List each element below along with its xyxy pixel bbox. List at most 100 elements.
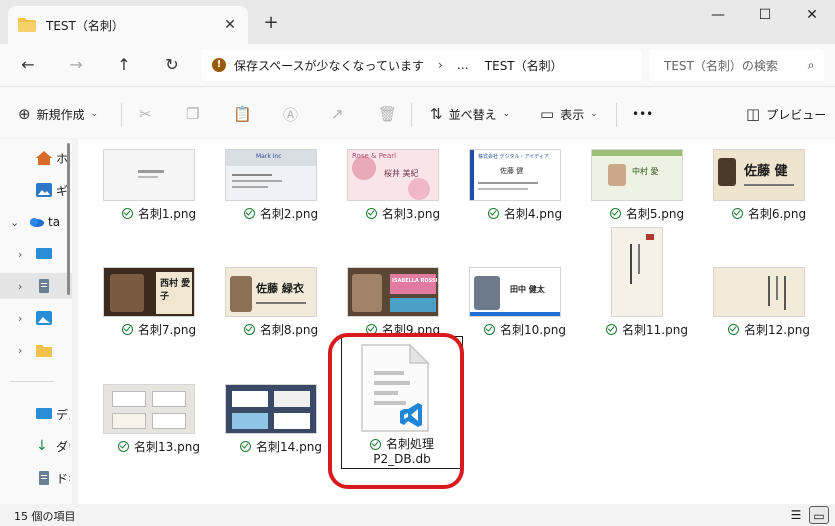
copy-button[interactable]: ❐ <box>186 103 205 125</box>
thumbnail: 佐藤 健 <box>713 149 805 201</box>
maximize-button[interactable]: ☐ <box>742 0 788 32</box>
sidebar-item-label: ドキュメント <box>56 471 70 486</box>
minimize-button[interactable]: — <box>695 0 741 32</box>
chevron-right-icon[interactable]: › <box>18 280 32 293</box>
navigation-bar: ← → ↑ ↻ ! 保存スペースが少なくなっています › … TEST（名刺） … <box>0 44 835 86</box>
file-item[interactable]: 佐藤 健 名刺6.png <box>713 149 825 259</box>
forward-button[interactable]: → <box>62 51 90 79</box>
share-icon: ↗ <box>331 105 344 123</box>
sidebar-item-documents[interactable]: ドキュメント <box>0 465 72 491</box>
sort-button[interactable]: ⇅ 並べ替え ⌄ <box>430 103 510 125</box>
preview-button[interactable]: ◫ プレビュー <box>746 103 826 125</box>
file-name: 名刺7.png <box>137 323 197 337</box>
sidebar-item-documents[interactable]: › <box>0 273 72 299</box>
file-name: 名刺11.png <box>622 323 688 337</box>
sidebar-scrollbar[interactable] <box>67 143 70 295</box>
card-text: ISABELLA ROSSI <box>392 278 438 284</box>
file-item[interactable]: Rose & Pearl 桜井 美紀 名刺3.png <box>347 149 459 259</box>
rename-button[interactable]: Ⓐ <box>283 103 304 125</box>
file-label: 名刺2.png <box>225 205 337 222</box>
file-name: 名刺13.png <box>134 440 200 454</box>
file-label: 名刺7.png <box>103 321 215 338</box>
breadcrumb-more[interactable]: … <box>457 58 469 72</box>
file-item[interactable]: 田中 健太 名刺10.png <box>469 267 581 377</box>
card-text: 中村 愛 <box>632 167 659 176</box>
sidebar-item-pictures[interactable]: › <box>0 305 72 331</box>
file-item[interactable]: 西村 愛子 名刺7.png <box>103 267 215 377</box>
thumbnail: 株式会社 デジタル・アイディア 佐藤 健 <box>469 149 561 201</box>
sort-icon: ⇅ <box>430 105 443 123</box>
file-item[interactable]: 名刺12.png <box>713 267 825 377</box>
synced-check-icon <box>728 324 740 335</box>
synced-check-icon <box>243 324 255 335</box>
new-tab-button[interactable]: + <box>258 10 284 36</box>
documents-icon <box>39 471 49 485</box>
close-window-button[interactable]: ✕ <box>789 0 835 32</box>
sidebar-item-folder[interactable]: › <box>0 337 72 363</box>
file-name: 名刺8.png <box>259 323 319 337</box>
sidebar-item-gallery[interactable]: ギャラリー <box>0 177 72 203</box>
file-item[interactable]: 名刺13.png <box>103 384 215 494</box>
chevron-down-icon: ⌄ <box>590 109 598 119</box>
file-label: 名刺11.png <box>591 321 703 338</box>
view-button[interactable]: ▭ 表示 ⌄ <box>540 103 598 125</box>
gallery-icon <box>36 183 52 197</box>
file-name: 名刺5.png <box>625 207 685 221</box>
file-explorer-window: TEST（名刺） ✕ + — ☐ ✕ ← → ↑ ↻ ! 保存スペースが少なくな… <box>0 0 835 526</box>
card-text: Mark Inc <box>256 153 282 160</box>
status-bar: 15 個の項目 ☰ ▭ <box>0 504 835 526</box>
sidebar-item-desktop[interactable]: デスクトップ <box>0 401 72 427</box>
tab-close-button[interactable]: ✕ <box>216 17 244 33</box>
delete-button[interactable]: 🗑 <box>378 103 403 125</box>
file-item[interactable]: 佐藤 緑衣 名刺8.png <box>225 267 337 377</box>
paste-button[interactable]: 📋 <box>233 103 258 125</box>
warning-icon: ! <box>212 58 226 72</box>
new-button[interactable]: ⊕ 新規作成 ⌄ <box>18 103 98 125</box>
sidebar-item-onedrive[interactable]: ⌄ ta <box>0 209 72 235</box>
file-item[interactable]: 株式会社 デジタル・アイディア 佐藤 健 名刺4.png <box>469 149 581 259</box>
back-button[interactable]: ← <box>14 51 42 79</box>
file-label: 名刺13.png <box>103 438 215 455</box>
divider <box>10 381 54 382</box>
file-item[interactable]: 名刺1.png <box>103 149 215 259</box>
chevron-down-icon[interactable]: ⌄ <box>10 216 24 229</box>
thumbnail: Rose & Pearl 桜井 美紀 <box>347 149 439 201</box>
file-item[interactable]: 名刺14.png <box>225 384 337 494</box>
more-options-button[interactable]: ••• <box>632 103 653 125</box>
synced-check-icon <box>240 441 252 452</box>
details-view-button[interactable]: ☰ <box>786 506 806 524</box>
up-button[interactable]: ↑ <box>110 51 138 79</box>
thumbnail: 西村 愛子 <box>103 267 195 317</box>
file-name: 名刺14.png <box>256 440 322 454</box>
thumbnail: 佐藤 緑衣 <box>225 267 317 317</box>
file-name: 名刺1.png <box>137 207 197 221</box>
chevron-down-icon: ⌄ <box>90 109 99 119</box>
sidebar-item-desktop[interactable]: › <box>0 241 72 267</box>
cut-button[interactable]: ✂ <box>139 103 158 125</box>
sidebar-item-home[interactable]: ホーム <box>0 145 72 171</box>
tab-test-meishi[interactable]: TEST（名刺） ✕ <box>8 6 248 44</box>
large-icons-view-button[interactable]: ▭ <box>809 506 829 524</box>
chevron-right-icon[interactable]: › <box>18 248 32 261</box>
file-label: 名刺8.png <box>225 321 337 338</box>
desktop-icon <box>36 408 52 419</box>
search-box[interactable]: TEST（名刺）の検索 ⌕ <box>650 49 824 81</box>
address-bar[interactable]: ! 保存スペースが少なくなっています › … TEST（名刺） <box>202 49 642 81</box>
chevron-right-icon[interactable]: › <box>18 344 32 357</box>
chevron-right-icon[interactable]: › <box>18 312 32 325</box>
share-button[interactable]: ↗ <box>331 103 350 125</box>
breadcrumb-separator[interactable]: › <box>438 58 443 72</box>
sort-label: 並べ替え <box>448 107 497 122</box>
breadcrumb-current-folder[interactable]: TEST（名刺） <box>485 57 563 74</box>
sidebar-item-downloads[interactable]: ↓ ダウンロード <box>0 433 72 459</box>
card-text: 佐藤 健 <box>500 167 524 175</box>
file-item[interactable]: 名刺11.png <box>591 227 703 337</box>
documents-icon <box>39 279 49 293</box>
folder-icon <box>36 345 52 357</box>
card-text: 田中 健太 <box>510 285 545 294</box>
sidebar-item-label: デスクトップ <box>56 407 70 422</box>
refresh-button[interactable]: ↻ <box>158 51 186 79</box>
tab-title: TEST（名刺） <box>46 18 124 33</box>
search-input[interactable]: TEST（名刺）の検索 <box>664 57 798 74</box>
file-item[interactable]: Mark Inc 名刺2.png <box>225 149 337 259</box>
